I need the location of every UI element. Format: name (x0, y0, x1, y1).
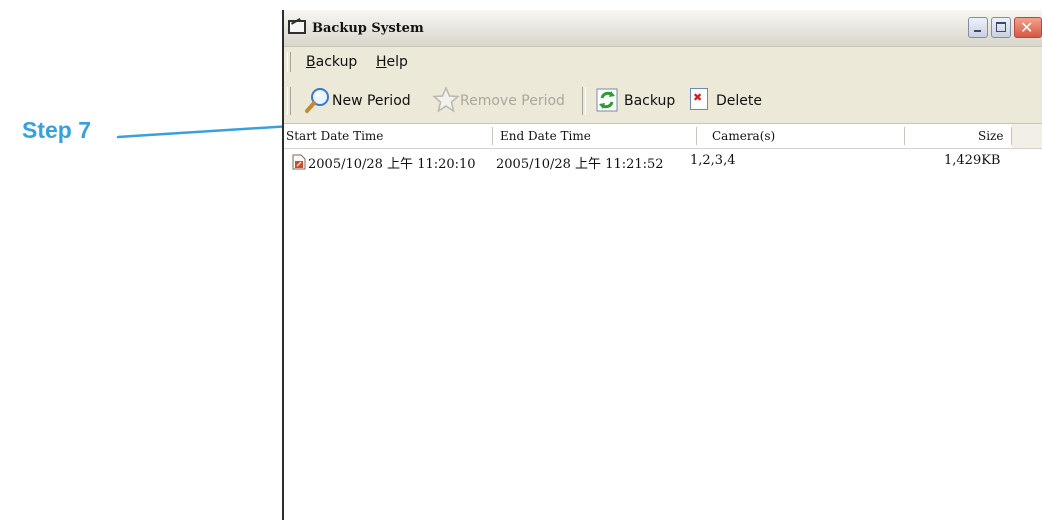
column-start-date-time[interactable]: Start Date Time (286, 129, 383, 143)
remove-period-label: Remove Period (460, 93, 565, 109)
column-divider[interactable] (904, 127, 905, 145)
new-period-button[interactable]: New Period (304, 85, 432, 115)
window-title: Backup System (312, 21, 424, 36)
backup-label: Backup (624, 93, 676, 109)
list-row[interactable]: 2005/10/28 上午 11:20:10 2005/10/28 上午 11:… (284, 149, 1042, 173)
cell-end-date-time: 2005/10/28 上午 11:21:52 (496, 157, 664, 172)
app-window-icon (288, 20, 306, 34)
column-end-date-time[interactable]: End Date Time (500, 129, 591, 143)
menu-help-label: elp (386, 54, 408, 70)
menu-backup[interactable]: Backup (306, 54, 357, 70)
maximize-button[interactable] (991, 17, 1011, 38)
minimize-button[interactable] (968, 17, 988, 38)
magnifier-icon (305, 88, 329, 113)
header-filler (1012, 124, 1042, 148)
file-icon (292, 154, 306, 170)
close-button[interactable]: ✕ (1014, 17, 1042, 38)
remove-period-button[interactable]: Remove Period (432, 85, 572, 115)
cell-start-date-time: 2005/10/28 上午 11:20:10 (308, 157, 476, 172)
menu-backup-mnemonic: B (306, 54, 316, 70)
backup-button[interactable]: Backup (594, 85, 680, 115)
step-7-label: Step 7 (22, 117, 92, 143)
minimize-icon (974, 30, 981, 32)
star-icon (432, 86, 460, 113)
title-bar[interactable]: Backup System ✕ (284, 10, 1042, 47)
cell-cameras: 1,2,3,4 (690, 153, 736, 168)
column-cameras[interactable]: Camera(s) (712, 129, 775, 143)
menu-help-mnemonic: H (376, 54, 387, 70)
cell-size: 1,429KB (944, 153, 1001, 168)
delete-icon (690, 88, 708, 110)
column-size[interactable]: Size (978, 129, 1003, 143)
column-divider[interactable] (696, 127, 697, 145)
maximize-icon (996, 22, 1006, 32)
list-header: Start Date Time End Date Time Camera(s) … (284, 124, 1042, 149)
column-divider[interactable] (492, 127, 493, 145)
toolbar-grip (287, 87, 291, 115)
close-icon: ✕ (1020, 18, 1034, 37)
menu-bar: Backup Help (284, 47, 1042, 77)
refresh-icon (596, 88, 618, 112)
menu-grip (287, 52, 291, 72)
new-period-label: New Period (332, 93, 411, 109)
backup-system-window: Backup System ✕ Backup Help New Period R… (282, 10, 1042, 520)
delete-button[interactable]: Delete (686, 85, 766, 115)
delete-label: Delete (716, 93, 762, 109)
toolbar-separator (582, 87, 586, 115)
toolbar: New Period Remove Period Backup Delete (284, 77, 1042, 124)
menu-backup-label: ackup (315, 54, 358, 70)
backup-list[interactable]: 2005/10/28 上午 11:20:10 2005/10/28 上午 11:… (284, 149, 1042, 520)
menu-help[interactable]: Help (376, 54, 408, 70)
